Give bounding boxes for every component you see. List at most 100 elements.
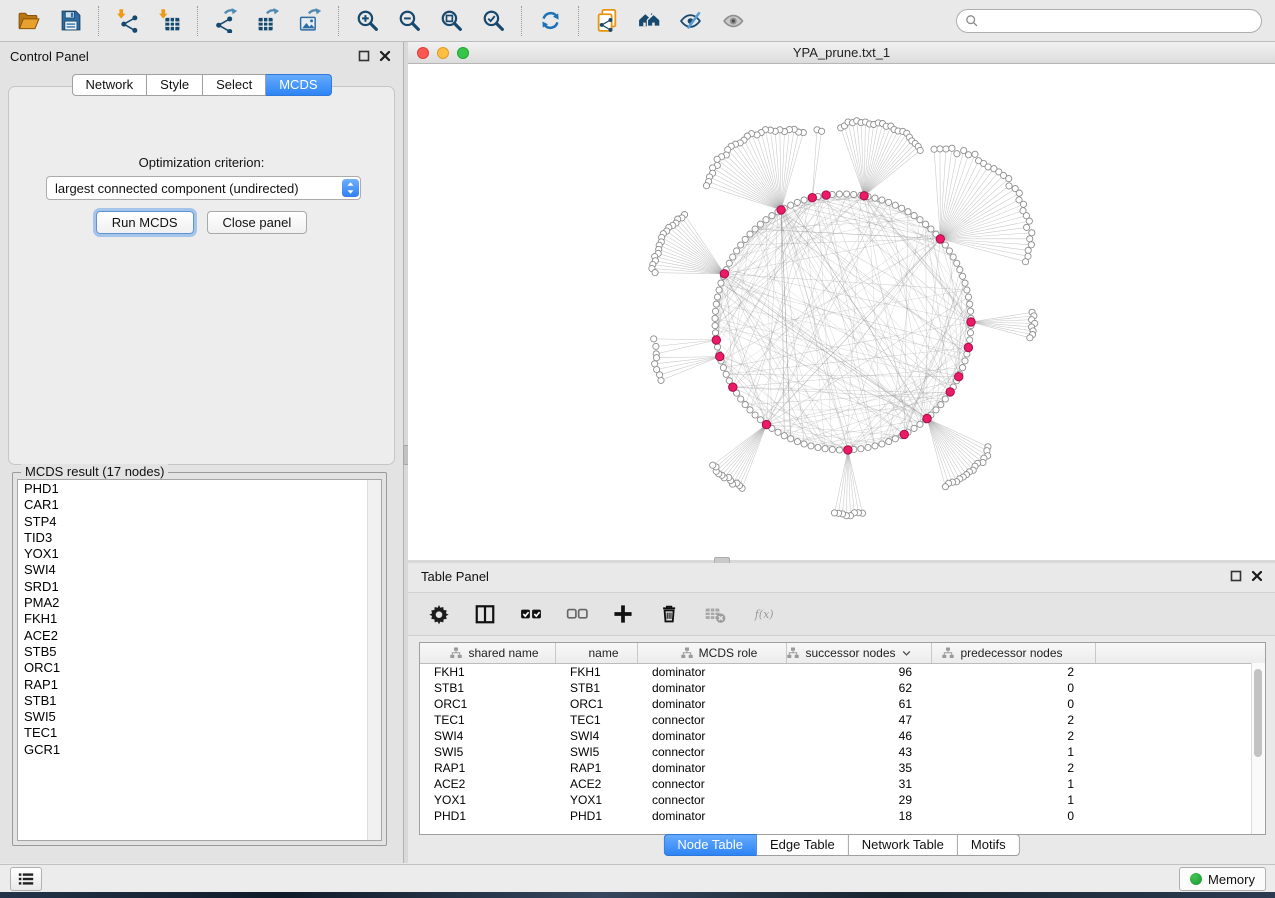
zoom-fit-icon — [439, 8, 464, 33]
table-row[interactable]: TEC1TEC1connector472 — [420, 712, 1265, 728]
table-toolbar: f(x) — [408, 592, 1275, 636]
table-row[interactable]: PHD1PHD1dominator180 — [420, 808, 1265, 824]
close-panel-button[interactable]: Close panel — [207, 211, 308, 234]
new-network-from-selection-button[interactable] — [592, 6, 622, 36]
show-graphics-details-button[interactable] — [676, 6, 706, 36]
close-panel-icon[interactable] — [1251, 570, 1263, 582]
apply-preferred-layout-button[interactable] — [535, 6, 565, 36]
mcds-result-item[interactable]: STP4 — [18, 514, 367, 530]
cell-name: PHD1 — [556, 809, 638, 823]
column-header-MCDS-role[interactable]: MCDS role — [638, 643, 787, 663]
optimization-criterion-select[interactable]: largest connected component (undirected) — [46, 176, 361, 200]
export-image-button[interactable] — [295, 6, 325, 36]
table-scrollbar[interactable] — [1251, 663, 1265, 834]
tab-select[interactable]: Select — [203, 74, 266, 96]
delete-table-icon — [704, 603, 726, 625]
create-column-button[interactable] — [610, 601, 636, 627]
mcds-result-item[interactable]: CAR1 — [18, 497, 367, 513]
zoom-fit-button[interactable] — [436, 6, 466, 36]
mcds-result-list[interactable]: PHD1CAR1STP4TID3YOX1SWI4SRD1PMA2FKH1ACE2… — [17, 479, 382, 841]
network-window: YPA_prune.txt_1 — [408, 42, 1275, 560]
zoom-in-button[interactable] — [352, 6, 382, 36]
mcds-result-item[interactable]: FKH1 — [18, 611, 367, 627]
close-panel-icon[interactable] — [379, 50, 391, 62]
cell-predecessor_nodes: 2 — [932, 665, 1096, 679]
save-session-button[interactable] — [55, 6, 85, 36]
cell-successor_nodes: 62 — [787, 681, 932, 695]
export-table-button[interactable] — [253, 6, 283, 36]
table-row[interactable]: ORC1ORC1dominator610 — [420, 696, 1265, 712]
column-header-predecessor-nodes[interactable]: predecessor nodes — [932, 643, 1096, 663]
tab-style[interactable]: Style — [147, 74, 203, 96]
search-input[interactable] — [984, 13, 1253, 29]
column-header-name[interactable]: name — [556, 643, 638, 663]
zoom-out-button[interactable] — [394, 6, 424, 36]
table-namespace-icon — [787, 647, 799, 659]
tab-network[interactable]: Network — [71, 74, 147, 96]
network-canvas[interactable] — [408, 64, 1275, 560]
float-panel-icon[interactable] — [1230, 570, 1242, 582]
first-neighbors-icon — [637, 8, 662, 33]
table-row[interactable]: RAP1RAP1dominator352 — [420, 760, 1265, 776]
mcds-result-item[interactable]: TID3 — [18, 530, 367, 546]
deselect-all-columns-button[interactable] — [564, 601, 590, 627]
export-network-button[interactable] — [211, 6, 241, 36]
delete-columns-button[interactable] — [656, 601, 682, 627]
first-neighbors-button[interactable] — [634, 6, 664, 36]
column-header-shared-name[interactable]: shared name — [420, 643, 556, 663]
mcds-result-item[interactable]: SWI4 — [18, 562, 367, 578]
mcds-result-item[interactable]: SWI5 — [18, 709, 367, 725]
mcds-result-item[interactable]: PHD1 — [18, 481, 367, 497]
tab-network-table[interactable]: Network Table — [849, 834, 958, 856]
memory-button[interactable]: Memory — [1179, 867, 1266, 891]
mcds-result-item[interactable]: PMA2 — [18, 595, 367, 611]
mcds-result-item[interactable]: RAP1 — [18, 677, 367, 693]
tab-mcds[interactable]: MCDS — [266, 74, 331, 96]
import-table-button[interactable] — [154, 6, 184, 36]
search-box[interactable] — [956, 9, 1262, 33]
tab-edge-table[interactable]: Edge Table — [757, 834, 849, 856]
cell-mcds_role: dominator — [638, 809, 787, 823]
cell-predecessor_nodes: 1 — [932, 777, 1096, 791]
cell-successor_nodes: 29 — [787, 793, 932, 807]
scrollbar-thumb[interactable] — [1254, 669, 1262, 757]
mcds-result-item[interactable]: ORC1 — [18, 660, 367, 676]
table-row[interactable]: SWI4SWI4dominator462 — [420, 728, 1265, 744]
hide-graphics-details-button[interactable] — [718, 6, 748, 36]
save-session-icon — [58, 8, 83, 33]
table-row[interactable]: YOX1YOX1connector291 — [420, 792, 1265, 808]
table-options-gear-button[interactable] — [426, 601, 452, 627]
cell-successor_nodes: 31 — [787, 777, 932, 791]
cell-successor_nodes: 47 — [787, 713, 932, 727]
mcds-result-item[interactable]: ACE2 — [18, 628, 367, 644]
mcds-result-item[interactable]: YOX1 — [18, 546, 367, 562]
task-history-button[interactable] — [10, 867, 42, 891]
import-network-icon — [115, 8, 140, 33]
mcds-result-item[interactable]: SRD1 — [18, 579, 367, 595]
column-header-successor-nodes[interactable]: successor nodes — [787, 643, 932, 663]
open-file-button[interactable] — [13, 6, 43, 36]
mcds-result-item[interactable]: STB5 — [18, 644, 367, 660]
zoom-selected-button[interactable] — [478, 6, 508, 36]
cell-predecessor_nodes: 1 — [932, 793, 1096, 807]
import-network-button[interactable] — [112, 6, 142, 36]
table-row[interactable]: ACE2ACE2connector311 — [420, 776, 1265, 792]
tab-node-table[interactable]: Node Table — [663, 834, 757, 856]
mcds-result-item[interactable]: GCR1 — [18, 742, 367, 758]
table-row[interactable]: FKH1FKH1dominator962 — [420, 664, 1265, 680]
import-table-icon — [157, 8, 182, 33]
table-namespace-icon — [450, 647, 462, 659]
optimization-criterion-label: Optimization criterion: — [9, 155, 394, 170]
mcds-result-item[interactable]: TEC1 — [18, 725, 367, 741]
select-all-columns-button[interactable] — [518, 601, 544, 627]
float-panel-icon[interactable] — [358, 50, 370, 62]
mcds-result-item[interactable]: STB1 — [18, 693, 367, 709]
table-row[interactable]: SWI5SWI5connector431 — [420, 744, 1265, 760]
toggle-column-view-button[interactable] — [472, 601, 498, 627]
run-mcds-button[interactable]: Run MCDS — [96, 211, 194, 234]
desktop-wallpaper — [0, 891, 1275, 898]
table-panel-title: Table Panel — [421, 569, 489, 584]
mcds-list-scrollbar[interactable] — [367, 480, 381, 840]
table-row[interactable]: STB1STB1dominator620 — [420, 680, 1265, 696]
tab-motifs[interactable]: Motifs — [958, 834, 1020, 856]
